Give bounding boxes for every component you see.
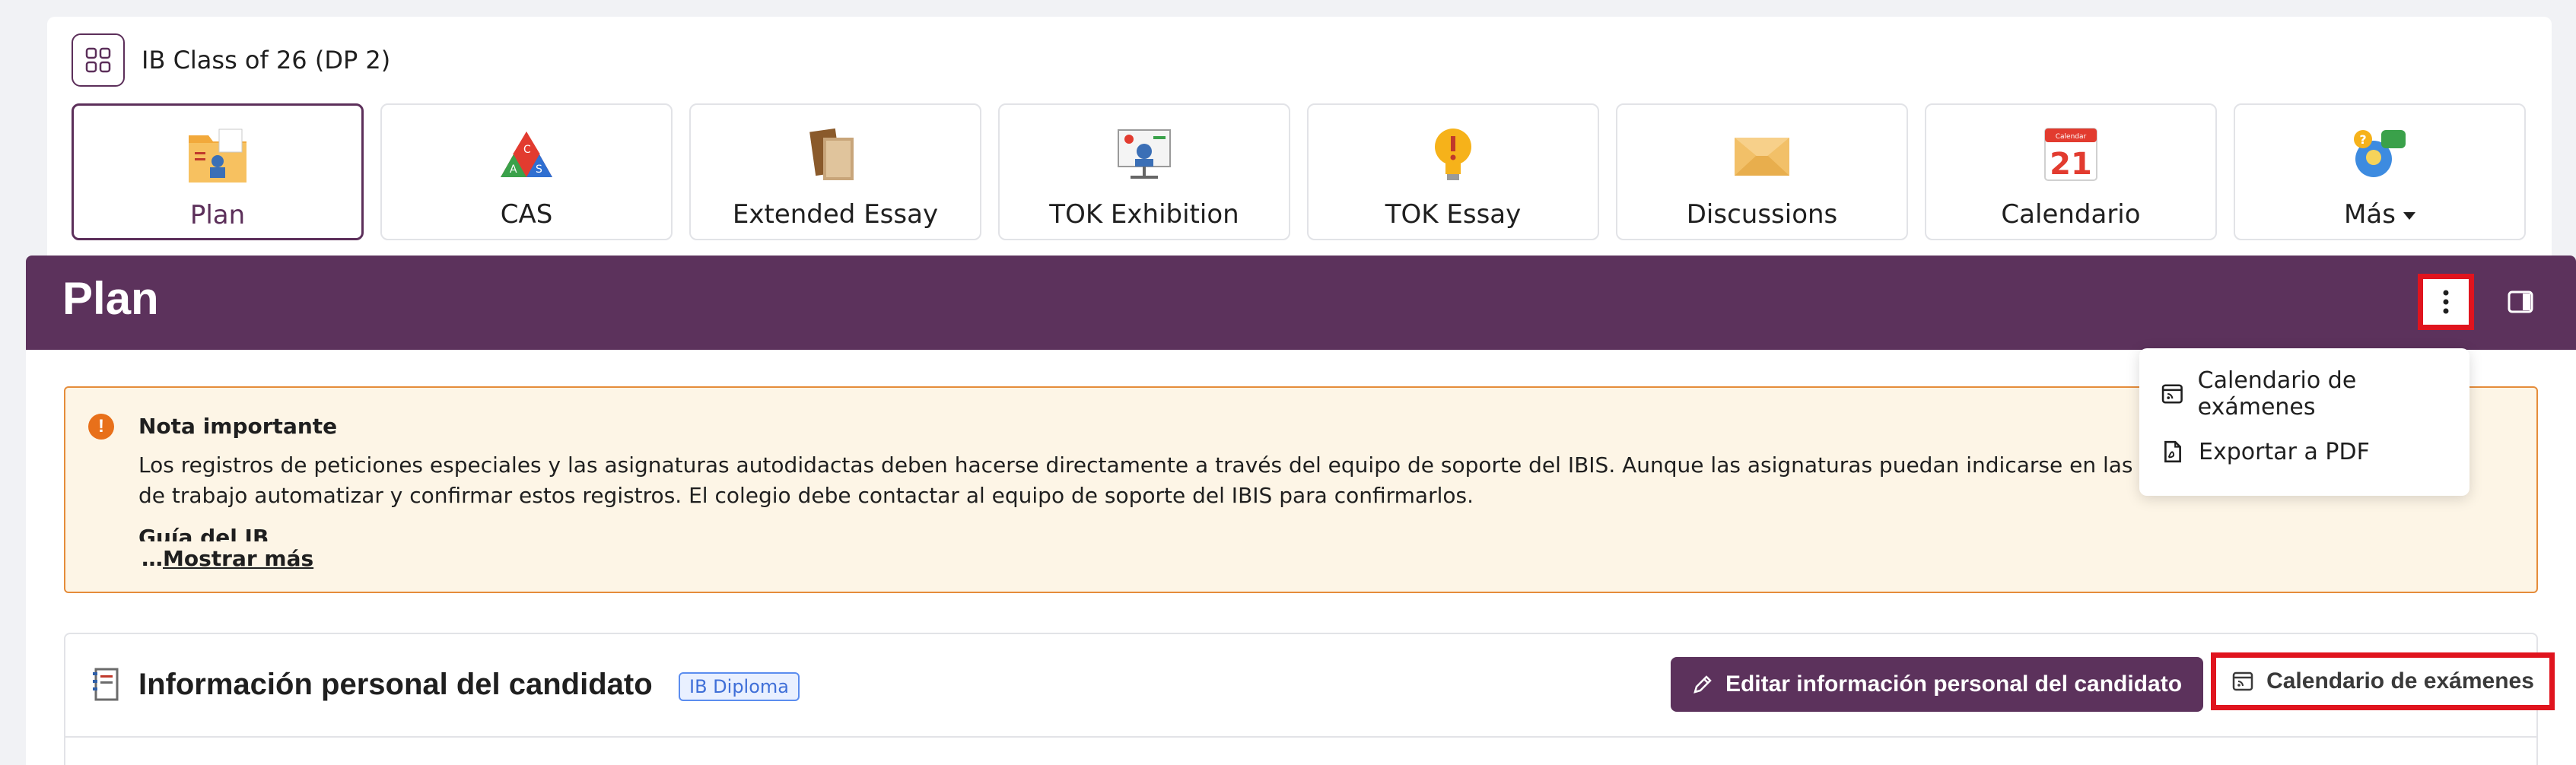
candidate-info-section: Información personal del candidato IB Di… (64, 633, 2555, 765)
notice-title: Nota importante (138, 414, 338, 439)
tile-label: Extended Essay (732, 199, 939, 230)
class-header: IB Class of 26 (DP 2) (72, 33, 390, 87)
more-options-menu: Calendario de exámenes Exportar a PDF (2139, 348, 2469, 496)
section-title: Información personal del candidato (138, 668, 653, 701)
menu-item-exam-calendar[interactable]: Calendario de exámenes (2139, 365, 2469, 423)
alert-icon: ! (88, 414, 114, 440)
calendar-feed-icon (2232, 671, 2253, 691)
tile-mas[interactable]: ? Más (2234, 103, 2526, 240)
show-more: …Mostrar más (142, 546, 313, 571)
menu-item-label: Exportar a PDF (2199, 438, 2370, 465)
calendar-21-icon: Calendar 21 (2037, 120, 2105, 189)
pencil-icon (1693, 675, 1712, 694)
tile-plan[interactable]: Plan (72, 103, 364, 240)
tile-label: TOK Essay (1385, 199, 1522, 230)
tile-tok-exhibition[interactable]: TOK Exhibition (998, 103, 1290, 240)
plan-header-bar: Plan (26, 256, 2576, 350)
edit-candidate-info-button[interactable]: Editar información personal del candidat… (1671, 657, 2203, 712)
calendar-feed-icon (2161, 384, 2183, 404)
notebook-icon (93, 668, 119, 701)
ellipsis: … (142, 546, 163, 571)
tile-calendario[interactable]: Calendar 21 Calendario (1925, 103, 2217, 240)
svg-text:21: 21 (2050, 147, 2092, 182)
envelope-icon (1728, 120, 1796, 189)
programme-badge: IB Diploma (679, 672, 800, 701)
tile-label: CAS (500, 199, 553, 230)
section-divider (65, 736, 2536, 738)
tile-tok-essay[interactable]: TOK Essay (1307, 103, 1599, 240)
exam-calendar-button[interactable]: Calendario de exámenes (2211, 652, 2555, 710)
tile-label: Plan (189, 200, 246, 230)
tile-label: Calendario (2001, 199, 2141, 230)
books-icon (801, 120, 870, 189)
page-title: Plan (62, 273, 159, 324)
chat-bubbles-icon: ? (2345, 120, 2414, 189)
tile-cas[interactable]: C A S CAS (380, 103, 673, 240)
show-more-link[interactable]: Mostrar más (163, 546, 313, 571)
menu-item-label: Calendario de exámenes (2197, 367, 2357, 421)
pdf-file-icon (2164, 440, 2181, 463)
more-options-button[interactable] (2418, 274, 2474, 330)
tile-label: Discussions (1686, 199, 1838, 230)
apps-grid-icon (85, 47, 111, 73)
tile-extended-essay[interactable]: Extended Essay (689, 103, 981, 240)
edit-button-label: Editar información personal del candidat… (1725, 671, 2183, 697)
svg-text:S: S (536, 163, 542, 176)
plan-folder-icon (183, 121, 252, 189)
tile-discussions[interactable]: Discussions (1616, 103, 1908, 240)
class-card: IB Class of 26 (DP 2) Plan C A S CAS Ext… (47, 17, 2552, 268)
class-title: IB Class of 26 (DP 2) (142, 46, 391, 75)
presentation-board-icon (1110, 120, 1178, 189)
apps-grid-button[interactable] (72, 33, 125, 87)
tile-label: TOK Exhibition (1049, 199, 1239, 230)
module-tiles: Plan C A S CAS Extended Essay TOK Exhibi… (72, 103, 2526, 240)
cas-triangle-icon: C A S (492, 120, 561, 189)
kebab-menu-icon (2443, 290, 2449, 314)
svg-text:?: ? (2359, 132, 2366, 147)
svg-text:Calendar: Calendar (2056, 133, 2087, 141)
lightbulb-icon (1419, 120, 1487, 189)
tile-label: Más (2344, 199, 2396, 230)
svg-text:A: A (510, 163, 517, 176)
side-panel-toggle-icon[interactable] (2508, 289, 2533, 315)
exam-calendar-label: Calendario de exámenes (2266, 668, 2534, 694)
caret-down-icon (2403, 212, 2415, 220)
menu-item-export-pdf[interactable]: Exportar a PDF (2139, 423, 2469, 481)
notice-subheading: Guía del IB (138, 525, 269, 541)
svg-text:C: C (523, 144, 531, 156)
notice-body: Los registros de peticiones especiales y… (138, 452, 2196, 508)
